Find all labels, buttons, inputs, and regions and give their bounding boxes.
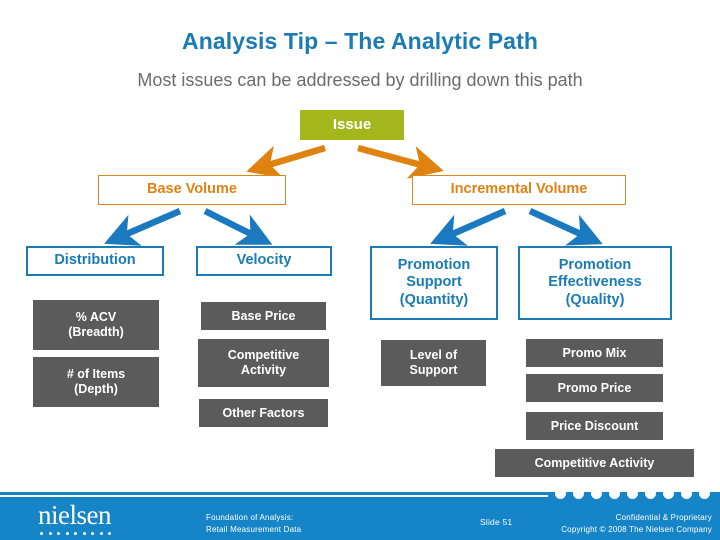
node-promotion-effectiveness-line2: Effectiveness <box>548 274 642 291</box>
item-competitive-activity-bottom[interactable]: Competitive Activity <box>495 449 694 477</box>
node-promotion-support-line1: Promotion <box>397 257 471 274</box>
item-number-of-items-line2: (Depth) <box>74 382 118 396</box>
footer-deck-title-line2: Retail Measurement Data <box>206 525 302 534</box>
node-base-volume[interactable]: Base Volume <box>98 175 286 205</box>
footer-dot-8 <box>681 488 692 499</box>
footer-deck-title-line1: Foundation of Analysis: <box>206 513 294 522</box>
item-acv-breadth-line2: (Breadth) <box>68 325 124 339</box>
logo-dot-7 <box>91 532 94 535</box>
nielsen-logo-wordmark: nielsen <box>38 500 111 530</box>
logo-dot-8 <box>99 532 103 535</box>
item-base-price-label: Base Price <box>231 308 296 323</box>
logo-dot-5 <box>74 532 77 535</box>
item-promo-mix-label: Promo Mix <box>562 345 627 360</box>
item-competitive-activity[interactable]: Competitive Activity <box>198 339 329 387</box>
item-level-of-support[interactable]: Level of Support <box>381 340 486 386</box>
item-promo-price-label: Promo Price <box>557 380 632 395</box>
node-velocity-label: Velocity <box>236 252 292 269</box>
item-competitive-activity-bottom-label: Competitive Activity <box>534 455 655 470</box>
footer-copyright-line2: Copyright © 2008 The Nielsen Company <box>561 525 712 534</box>
node-promotion-support-line3: (Quantity) <box>399 291 469 308</box>
footer-dot-row <box>555 488 710 499</box>
node-issue-label: Issue <box>332 116 372 134</box>
footer-dot-3 <box>591 488 602 499</box>
footer-copyright: Confidential & Proprietary Copyright © 2… <box>561 512 712 536</box>
item-number-of-items-line1: # of Items <box>66 367 126 382</box>
footer-dot-7 <box>663 488 674 499</box>
footer-dot-4 <box>609 488 620 499</box>
footer-dot-6 <box>645 488 656 499</box>
footer-slide-number: Slide 51 <box>480 517 513 527</box>
arrow-issue-to-base-volume <box>246 144 326 179</box>
footer-deck-title: Foundation of Analysis: Retail Measureme… <box>206 512 301 536</box>
arrow-base-to-distribution <box>104 208 182 246</box>
node-issue[interactable]: Issue <box>300 110 404 140</box>
node-promotion-effectiveness-line3: (Quality) <box>565 291 625 308</box>
item-acv-breadth-line1: % ACV <box>75 310 117 325</box>
item-competitive-activity-line2: Activity <box>240 363 287 377</box>
node-promotion-support[interactable]: Promotion Support (Quantity) <box>370 246 498 320</box>
node-promotion-support-line2: Support <box>406 274 462 291</box>
node-incremental-volume-label: Incremental Volume <box>450 181 588 198</box>
item-promo-price[interactable]: Promo Price <box>526 374 663 402</box>
item-competitive-activity-line1: Competitive <box>227 348 300 363</box>
footer-copyright-line1: Confidential & Proprietary <box>615 513 712 522</box>
node-distribution[interactable]: Distribution <box>26 246 164 276</box>
logo-dot-2 <box>48 532 52 535</box>
arrow-base-to-velocity <box>203 208 273 245</box>
item-level-of-support-line1: Level of <box>409 348 458 363</box>
node-promotion-effectiveness[interactable]: Promotion Effectiveness (Quality) <box>518 246 672 320</box>
logo-dot-3 <box>57 532 60 535</box>
item-other-factors[interactable]: Other Factors <box>199 399 328 427</box>
arrow-incremental-to-promotion-support <box>430 208 507 246</box>
arrow-issue-to-incremental-volume <box>357 144 444 179</box>
logo-dot-4 <box>65 532 69 535</box>
item-base-price[interactable]: Base Price <box>201 302 326 330</box>
node-velocity[interactable]: Velocity <box>196 246 332 276</box>
node-distribution-label: Distribution <box>54 252 136 269</box>
page-title: Analysis Tip – The Analytic Path <box>182 28 538 54</box>
slide-canvas: Analysis Tip – The Analytic Path Most is… <box>0 0 720 540</box>
logo-dot-1 <box>40 532 43 535</box>
item-level-of-support-line2: Support <box>409 363 458 377</box>
node-promotion-effectiveness-line1: Promotion <box>558 257 632 274</box>
item-price-discount[interactable]: Price Discount <box>526 412 663 440</box>
item-price-discount-label: Price Discount <box>550 418 639 433</box>
node-base-volume-label: Base Volume <box>147 181 237 198</box>
footer-dot-1 <box>555 488 566 499</box>
item-other-factors-label: Other Factors <box>222 405 305 420</box>
arrow-incremental-to-promotion-effectiveness <box>528 208 603 246</box>
item-promo-mix[interactable]: Promo Mix <box>526 339 663 367</box>
footer-divider-rule <box>0 495 548 497</box>
nielsen-logo-dots <box>38 532 158 535</box>
footer-dot-5 <box>627 488 638 499</box>
logo-dot-6 <box>82 532 86 535</box>
logo-dot-9 <box>108 532 111 535</box>
page-subtitle: Most issues can be addressed by drilling… <box>137 70 583 90</box>
item-number-of-items-depth[interactable]: # of Items (Depth) <box>33 357 159 407</box>
item-acv-breadth[interactable]: % ACV (Breadth) <box>33 300 159 350</box>
footer-dot-2 <box>573 488 584 499</box>
nielsen-logo: nielsen <box>38 502 158 535</box>
node-incremental-volume[interactable]: Incremental Volume <box>412 175 626 205</box>
footer-dot-9 <box>699 488 710 499</box>
